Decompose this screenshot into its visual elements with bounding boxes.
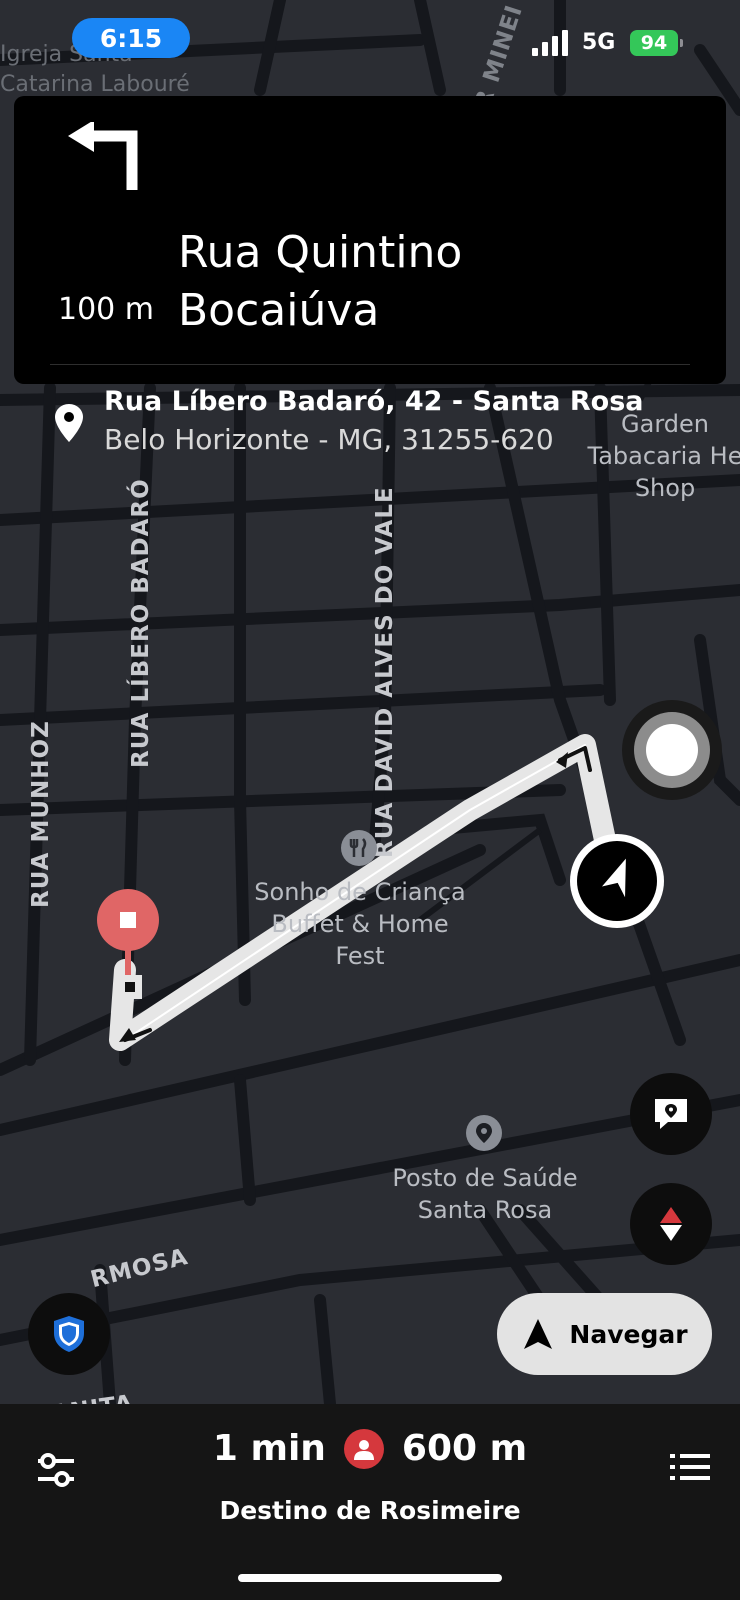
street-label-munhoz: RUA MUNHOZ: [28, 720, 54, 908]
navigation-card: 100 m Rua Quintino Bocaiúva Rua Líbero B…: [14, 96, 726, 456]
list-icon: [670, 1454, 710, 1480]
navegar-label: Navegar: [569, 1319, 688, 1349]
navigation-arrow-icon: [601, 858, 626, 898]
signal-icon: [532, 30, 568, 56]
current-location-puck: [570, 834, 664, 928]
street-label-david-alves: RUA DAVID ALVES DO VALE: [372, 486, 398, 858]
poi-garden-tabacaria: Garden Tabacaria He Shop: [587, 410, 740, 502]
turn-left-icon: [68, 122, 138, 190]
trip-menu-button[interactable]: [668, 1450, 712, 1490]
home-indicator[interactable]: [238, 1574, 502, 1582]
maneuver-street: Rua Quintino Bocaiúva: [178, 227, 463, 336]
trip-bar: 1 min 600 m Destino de Rosimeire: [0, 1404, 740, 1600]
shield-icon: [54, 1316, 84, 1352]
poi-sonho-de-crianca: Sonho de Criança Buffet & Home Fest: [254, 878, 466, 970]
navegar-button[interactable]: Navegar: [497, 1293, 712, 1375]
map-pin-icon: [466, 1115, 502, 1151]
destination-address[interactable]: Rua Líbero Badaró, 42 - Santa Rosa: [104, 386, 644, 417]
compass-button[interactable]: [630, 1183, 712, 1265]
divider: [50, 364, 690, 365]
battery-level: 94: [640, 32, 668, 54]
safety-button[interactable]: [28, 1293, 110, 1375]
battery-icon: 94: [630, 30, 683, 56]
network-type: 5G: [582, 30, 616, 55]
eta-time: 1 min: [212, 1428, 326, 1469]
report-icon: [655, 1099, 687, 1129]
record-icon: [646, 724, 698, 776]
maneuver-distance: 100 m: [57, 292, 155, 327]
street-label-libero-badaro: RUA LÍBERO BADARÓ: [128, 478, 154, 768]
status-bar: 6:15 5G 94: [0, 0, 740, 88]
rider-icon: [343, 1428, 384, 1469]
trip-distance: 600 m: [401, 1428, 528, 1469]
destination-city: Belo Horizonte - MG, 31255-620: [104, 423, 554, 456]
trip-destination-label: Destino de Rosimeire: [219, 1496, 521, 1525]
record-button[interactable]: [622, 700, 722, 800]
restaurant-icon: [341, 830, 377, 866]
eta-row: 1 min 600 m: [0, 1428, 740, 1469]
compass-icon: [660, 1207, 682, 1241]
report-button[interactable]: [630, 1073, 712, 1155]
location-pin-icon: [55, 404, 83, 442]
navigate-arrow-icon: [524, 1319, 553, 1349]
status-time: 6:15: [72, 18, 190, 58]
poi-posto-de-saude: Posto de Saúde Santa Rosa: [392, 1164, 578, 1224]
